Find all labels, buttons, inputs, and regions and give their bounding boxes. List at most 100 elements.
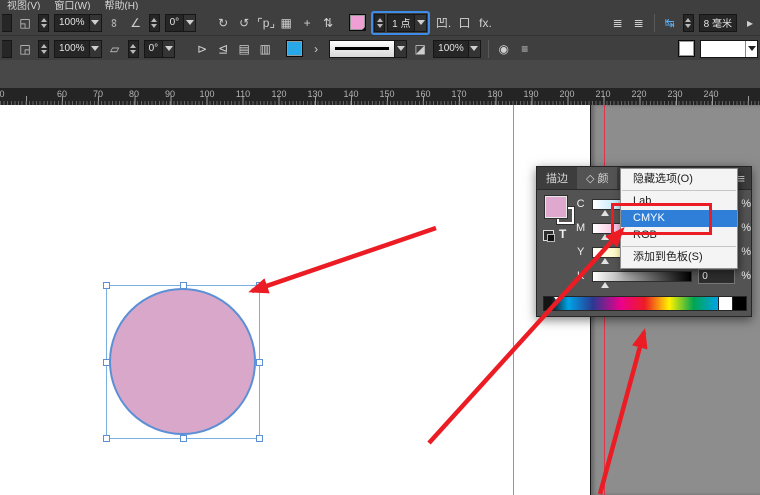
stroke-weight-value: 1 点 <box>388 15 414 30</box>
color-spectrum-ramp[interactable] <box>543 296 747 311</box>
slider-handle-icon[interactable] <box>601 258 609 264</box>
scale-x-stepper[interactable] <box>38 14 49 32</box>
constrain-link-icon[interactable]: ∞ <box>107 16 123 30</box>
selection-handle[interactable] <box>180 435 187 442</box>
target-effect-icon[interactable]: ◉ <box>496 42 512 56</box>
ruler-label: 210 <box>595 89 610 99</box>
selection-handle[interactable] <box>256 282 263 289</box>
control-toolbar: ◱ 100% ∞ ∠ 0° ↻ ↺ ⌜p⌟ ▦ + ⇅ 1 点 <box>0 10 760 61</box>
black-swatch[interactable] <box>732 297 746 310</box>
swap-arrow-icon[interactable]: › <box>308 42 324 56</box>
horizontal-ruler[interactable]: 0607080901001101201301401501601701801902… <box>0 88 760 106</box>
scale-x-field[interactable]: 100% <box>54 14 102 32</box>
slider-handle-icon[interactable] <box>601 210 609 216</box>
stroke-weight-stepper[interactable] <box>374 14 385 32</box>
channel-slider[interactable] <box>592 271 692 282</box>
flyout-menu-item[interactable]: 隐藏选项(O) <box>621 171 737 188</box>
move-icon[interactable]: + <box>299 16 315 30</box>
corner-shape-icon[interactable]: 口 <box>456 16 472 30</box>
shear-value: 0° <box>145 43 163 54</box>
rotate-cw-icon[interactable]: ↻ <box>215 16 231 30</box>
chevron-down-icon[interactable] <box>468 41 480 57</box>
selection-handle[interactable] <box>103 359 110 366</box>
cmyk-spectrum[interactable] <box>544 297 718 310</box>
rotation-stepper[interactable] <box>149 14 160 32</box>
rotate-ccw-icon[interactable]: ↺ <box>236 16 252 30</box>
chevron-down-icon[interactable] <box>89 15 101 31</box>
selection-handle[interactable] <box>103 282 110 289</box>
align-vertical-icon[interactable]: ⇅ <box>320 16 336 30</box>
tab-stroke[interactable]: 描边 <box>537 167 577 189</box>
effects-fx-icon[interactable]: fx. <box>477 16 493 30</box>
stroke-weight-group: 1 点 <box>371 11 430 35</box>
distribute-icon[interactable]: ▦ <box>278 16 294 30</box>
ruler-label: 100 <box>199 89 214 99</box>
gap-value: 8 毫米 <box>700 15 736 30</box>
shear-stepper[interactable] <box>128 40 139 58</box>
opacity-field[interactable]: 100% <box>433 40 481 58</box>
slider-handle-icon[interactable] <box>601 282 609 288</box>
selection-handle[interactable] <box>180 282 187 289</box>
selection-bounding-box[interactable] <box>106 285 260 439</box>
gap-field[interactable]: 8 毫米 <box>699 14 737 32</box>
selection-handle[interactable] <box>103 435 110 442</box>
transform-panel-icon[interactable]: ▤ <box>236 42 252 56</box>
flyout-menu-item[interactable]: 添加到色板(S) <box>621 249 737 266</box>
tab-color[interactable]: ◇ 颜 <box>577 167 617 189</box>
slider-handle-icon[interactable] <box>601 234 609 240</box>
panel-menu-button[interactable]: ≡ <box>737 172 745 185</box>
scale-y-icon: ◲ <box>17 42 33 56</box>
channel-label: M <box>575 222 586 234</box>
scale-x-value: 100% <box>55 17 89 28</box>
ruler-label: 160 <box>415 89 430 99</box>
menu-bar-item[interactable]: 帮助(H) <box>104 0 138 10</box>
clipped-control[interactable] <box>2 14 12 32</box>
justify-icon[interactable]: ≣ <box>631 16 647 30</box>
menu-bar: 视图(V) 窗口(W) 帮助(H) <box>0 0 760 10</box>
ruler-label: 70 <box>93 89 103 99</box>
diamond-icon: ◇ <box>586 172 594 185</box>
reference-point-icon[interactable]: ⌜p⌟ <box>257 16 273 30</box>
more-options-icon[interactable]: ▸ <box>742 16 758 30</box>
scale-y-stepper[interactable] <box>38 40 49 58</box>
flip-horizontal-icon[interactable]: ⊳ <box>194 42 210 56</box>
stroke-weight-field[interactable]: 1 点 <box>387 14 427 32</box>
channel-value-field[interactable]: 0 <box>698 269 735 284</box>
selection-handle[interactable] <box>256 359 263 366</box>
toolbar-separator <box>654 14 655 32</box>
ruler-label: 140 <box>343 89 358 99</box>
list-options-icon[interactable]: ≡ <box>517 42 533 56</box>
chevron-down-icon[interactable] <box>394 41 406 57</box>
white-swatch[interactable] <box>718 297 732 310</box>
menu-bar-item[interactable]: 视图(V) <box>7 0 40 10</box>
transform-options-icon[interactable]: ▥ <box>257 42 273 56</box>
flip-vertical-icon[interactable]: ⊴ <box>215 42 231 56</box>
toolbar-separator <box>488 40 489 58</box>
chevron-down-icon[interactable] <box>414 15 426 31</box>
toolbar-row-2: ◲ 100% ▱ 0° ⊳ ⊴ ▤ ▥ › ◪ 100% <box>0 36 760 61</box>
stroke-style-dropdown[interactable] <box>329 40 407 58</box>
chevron-down-icon[interactable] <box>183 15 195 31</box>
selection-handle[interactable] <box>256 435 263 442</box>
clipped-control[interactable] <box>2 40 12 58</box>
preset-dropdown[interactable] <box>700 40 758 58</box>
menu-bar-item[interactable]: 窗口(W) <box>54 0 90 10</box>
ruler-label: 230 <box>667 89 682 99</box>
chevron-down-icon[interactable] <box>89 41 101 57</box>
gap-stepper[interactable] <box>683 14 694 32</box>
corner-in-icon[interactable]: 凹. <box>435 16 451 30</box>
align-paragraph-icon[interactable]: ≣ <box>610 16 626 30</box>
chevron-down-icon[interactable] <box>745 41 757 57</box>
rotation-field[interactable]: 0° <box>165 14 197 32</box>
toolbar-row-1: ◱ 100% ∞ ∠ 0° ↻ ↺ ⌜p⌟ ▦ + ⇅ 1 点 <box>0 10 760 36</box>
ruler-label: 80 <box>129 89 139 99</box>
channel-label: Y <box>575 246 586 258</box>
fill-proxy-swatch[interactable] <box>545 196 567 218</box>
gap-tool-icon[interactable]: ↹ <box>662 16 678 30</box>
stroke-color-swatch[interactable] <box>286 40 303 57</box>
scale-y-field[interactable]: 100% <box>54 40 102 58</box>
shear-field[interactable]: 0° <box>144 40 176 58</box>
fill-color-swatch[interactable] <box>349 14 366 31</box>
ruler-label: 190 <box>523 89 538 99</box>
chevron-down-icon[interactable] <box>162 41 174 57</box>
